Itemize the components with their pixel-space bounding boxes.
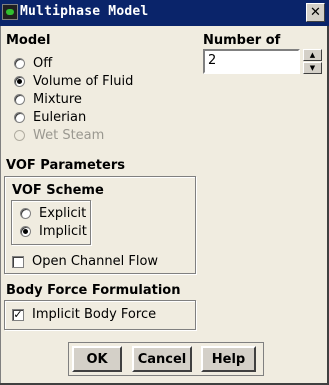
- scheme-option-explicit[interactable]: Explicit: [20, 206, 86, 221]
- scheme-option-label: Explicit: [39, 206, 87, 221]
- help-label: Help: [211, 351, 246, 367]
- vof-scheme-label: VOF Scheme: [12, 183, 104, 198]
- scheme-option-implicit[interactable]: Implicit: [20, 224, 87, 239]
- phases-decrement-button[interactable]: ▼: [303, 62, 322, 74]
- model-option-off[interactable]: Off: [14, 56, 52, 71]
- model-option-wet-steam: Wet Steam: [14, 128, 104, 143]
- radio-implicit[interactable]: [20, 226, 31, 237]
- model-option-label: Wet Steam: [33, 128, 105, 143]
- implicit-body-force-label: Implicit Body Force: [32, 307, 157, 322]
- model-option-mixture[interactable]: Mixture: [14, 92, 82, 107]
- radio-eulerian[interactable]: [14, 112, 25, 123]
- ok-label: OK: [86, 351, 108, 367]
- radio-off[interactable]: [14, 58, 25, 69]
- cancel-button[interactable]: Cancel: [132, 346, 192, 372]
- model-option-label: Eulerian: [33, 110, 87, 125]
- vof-parameters-label: VOF Parameters: [6, 158, 125, 173]
- window-title: Multiphase Model: [20, 4, 149, 19]
- spin-up-icon: ▲: [309, 51, 316, 59]
- model-option-vof[interactable]: Volume of Fluid: [14, 74, 133, 89]
- close-button[interactable]: ✕: [306, 3, 325, 22]
- close-icon: ✕: [310, 5, 321, 20]
- checkmark-icon: ✓: [13, 307, 23, 321]
- radio-vof[interactable]: [14, 76, 25, 87]
- radio-explicit[interactable]: [20, 208, 31, 219]
- open-channel-flow-label: Open Channel Flow: [32, 254, 159, 269]
- phases-increment-button[interactable]: ▲: [303, 49, 322, 61]
- implicit-body-force-checkbox[interactable]: ✓: [12, 307, 24, 321]
- implicit-body-force-option[interactable]: ✓ Implicit Body Force: [12, 307, 156, 322]
- title-bar[interactable]: Multiphase Model ✕: [0, 0, 329, 26]
- radio-wet-steam: [14, 130, 25, 141]
- model-option-label: Mixture: [33, 92, 82, 107]
- ok-button[interactable]: OK: [72, 346, 122, 372]
- model-option-label: Volume of Fluid: [33, 74, 134, 89]
- scheme-option-label: Implicit: [39, 224, 87, 239]
- window-frame-left: [0, 26, 1, 385]
- open-channel-flow-checkbox[interactable]: [12, 255, 24, 268]
- phases-input[interactable]: 2: [203, 49, 300, 74]
- spin-down-icon: ▼: [309, 64, 316, 72]
- fluent-app-icon: [2, 4, 18, 20]
- model-option-eulerian[interactable]: Eulerian: [14, 110, 86, 125]
- body-force-label: Body Force Formulation: [6, 283, 181, 298]
- radio-mixture[interactable]: [14, 94, 25, 105]
- cancel-label: Cancel: [137, 351, 187, 367]
- model-option-label: Off: [33, 56, 53, 71]
- phases-value: 2: [208, 53, 217, 68]
- help-button[interactable]: Help: [201, 346, 256, 372]
- model-label: Model: [6, 33, 51, 48]
- open-channel-flow-option[interactable]: Open Channel Flow: [12, 254, 158, 269]
